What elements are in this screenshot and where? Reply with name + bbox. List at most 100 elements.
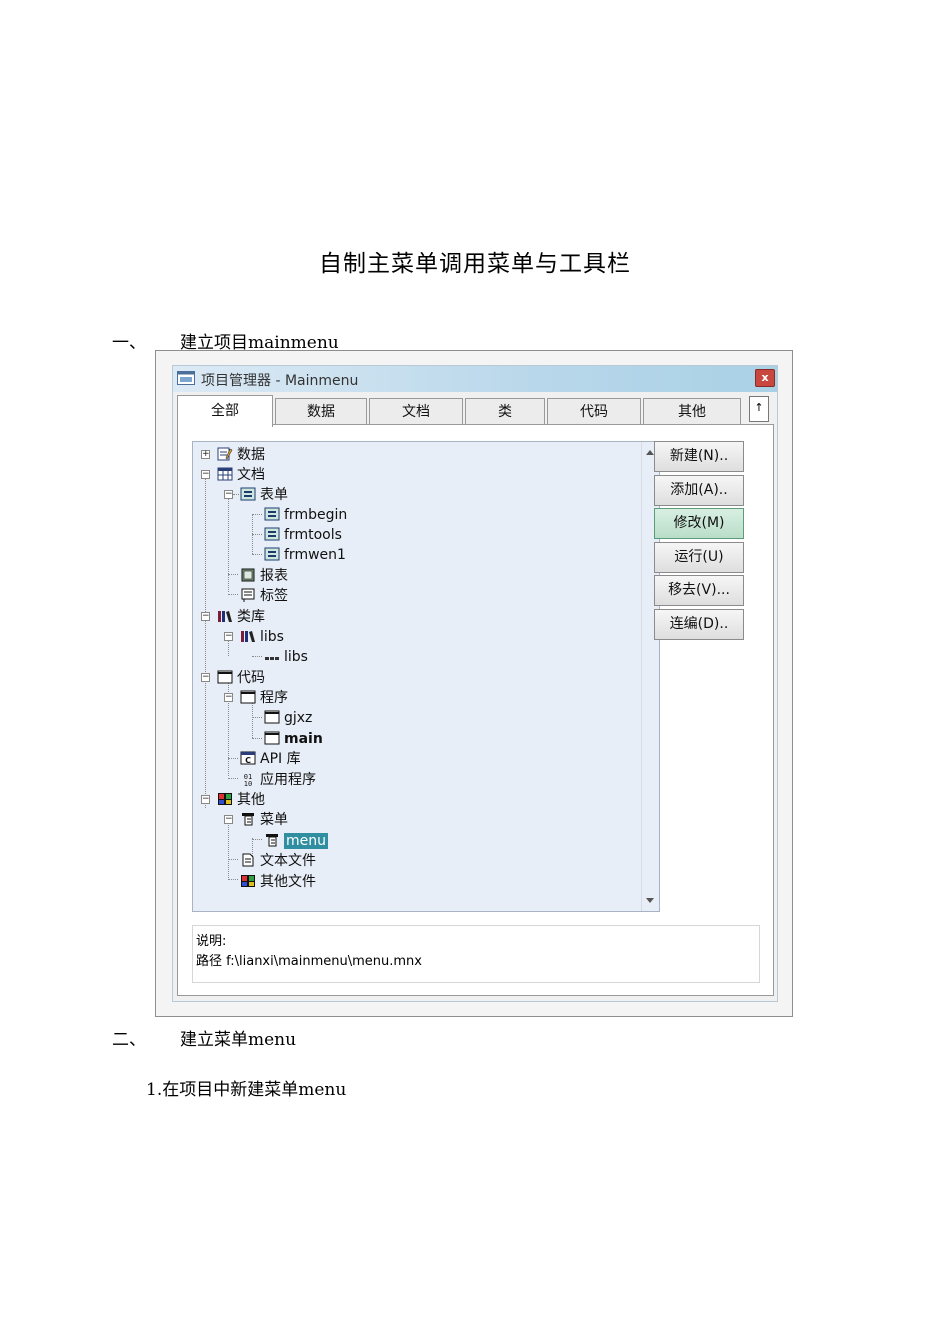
program-icon [240,690,256,704]
tab-scroll-button[interactable]: ↑ [749,396,769,422]
tree-node-program-gjxz[interactable]: gjxz [264,708,312,728]
collapse-minus-icon[interactable]: − [224,632,233,641]
tab-code[interactable]: 代码 [547,398,641,426]
svg-text:10: 10 [244,780,252,786]
project-manager-icon [177,371,195,385]
build-button[interactable]: 连编(D).. [654,609,744,640]
tree-line [252,656,262,657]
menu-icon [242,813,254,826]
tree-line [228,818,229,878]
tree-node-class-libs[interactable]: libs [264,647,308,667]
section-2-heading: 二、 建立菜单menu [112,1025,296,1050]
tab-other[interactable]: 其他 [643,398,741,426]
tree-node-data[interactable]: 数据 [217,445,265,465]
tree-line [228,594,238,595]
modify-button[interactable]: 修改(M) [654,508,744,539]
tree-line [228,859,238,860]
collapse-minus-icon[interactable]: − [224,693,233,702]
program-icon [264,710,280,724]
collapse-minus-icon[interactable]: − [201,612,210,621]
tree-node-otherfiles[interactable]: 其他文件 [240,872,316,892]
project-manager-window: 项目管理器 - Mainmenu x 全部 数据 文档 类 代码 其他 ↑ + … [172,365,778,1002]
scroll-up-arrow-icon[interactable] [646,450,654,455]
collapse-minus-icon[interactable]: − [201,795,210,804]
tree-line [228,879,238,880]
other-files-icon [218,793,232,805]
tree-line [228,494,229,592]
tree-node-form-frmtools[interactable]: frmtools [264,525,342,545]
tree-line [252,717,262,718]
api-library-icon: C [240,751,256,765]
form-icon [264,547,280,561]
tree-node-programs[interactable]: 程序 [240,688,288,708]
tab-docs[interactable]: 文档 [369,398,463,426]
tree-node-form-frmwen1[interactable]: frmwen1 [264,545,346,565]
tree-node-labels[interactable]: 标签 [240,586,288,606]
tree-line [205,474,206,808]
tree-line [252,534,262,535]
collapse-minus-icon[interactable]: − [201,673,210,682]
project-tree[interactable]: + − − − − − − − − 数据 文档 表单 frmbegin frmt… [192,441,660,912]
collapse-minus-icon[interactable]: − [224,490,233,499]
collapse-minus-icon[interactable]: − [201,470,210,479]
tree-node-classlibs[interactable]: 类库 [217,607,265,627]
menu-icon [266,834,278,847]
tree-node-form-frmbegin[interactable]: frmbegin [264,505,347,525]
tree-node-textfiles[interactable]: 文本文件 [240,851,316,871]
tree-node-docs[interactable]: 文档 [217,465,265,485]
tree-line [252,839,262,840]
text-file-icon [242,853,254,867]
tree-line [252,738,262,739]
form-icon [264,507,280,521]
new-button[interactable]: 新建(N).. [654,441,744,472]
tree-node-other[interactable]: 其他 [217,790,265,810]
section-2-number: 二、 [112,1030,146,1050]
project-manager-screenshot: 项目管理器 - Mainmenu x 全部 数据 文档 类 代码 其他 ↑ + … [155,350,793,1017]
document-grid-icon [217,467,233,481]
tree-node-menu-menu[interactable]: menu [264,831,328,851]
other-files-icon [241,875,255,887]
title-bar: 项目管理器 - Mainmenu x [173,366,777,392]
tree-line [228,676,229,776]
file-path: 路径 f:\lianxi\mainmenu\menu.mnx [196,954,422,969]
tab-classes[interactable]: 类 [465,398,545,426]
description-label: 说明: [196,934,227,949]
collapse-minus-icon[interactable]: − [224,815,233,824]
tree-line [233,494,239,495]
tree-node-api[interactable]: C API 库 [240,749,301,769]
form-icon [264,527,280,541]
tree-line [252,554,262,555]
tree-node-forms[interactable]: 表单 [240,485,288,505]
form-icon [240,487,256,501]
tab-all[interactable]: 全部 [177,395,273,427]
class-icon [265,657,279,660]
class-library-icon [241,631,255,642]
tree-line [228,778,238,779]
close-button[interactable]: x [755,369,775,387]
step-1-text: 1.在项目中新建菜单menu [146,1080,347,1100]
tab-data[interactable]: 数据 [275,398,367,426]
tab-strip: 全部 数据 文档 类 代码 其他 ↑ [177,395,777,427]
tree-node-lib-libs[interactable]: libs [240,627,284,647]
add-button[interactable]: 添加(A).. [654,475,744,506]
program-icon [264,731,280,745]
tree-node-program-main[interactable]: main [264,729,323,749]
tree-line [228,574,238,575]
tree-line [228,758,238,759]
scroll-down-arrow-icon[interactable] [646,898,654,903]
description-box: 说明: 路径 f:\lianxi\mainmenu\menu.mnx [192,925,760,983]
application-icon: 0110 [244,773,252,786]
database-icon [217,447,233,461]
run-button[interactable]: 运行(U) [654,542,744,573]
expand-plus-icon[interactable]: + [201,450,210,459]
tree-node-code[interactable]: 代码 [217,668,265,688]
tree-node-reports[interactable]: 报表 [240,566,288,586]
svg-text:C: C [245,756,251,765]
tree-node-menus[interactable]: 菜单 [240,810,288,830]
tab-panel: + − − − − − − − − 数据 文档 表单 frmbegin frmt… [177,424,774,996]
code-window-icon [217,670,233,684]
tree-node-apps[interactable]: 01 10 应用程序 [240,770,316,790]
window-title: 项目管理器 - Mainmenu [201,373,359,389]
class-library-icon [218,611,232,622]
remove-button[interactable]: 移去(V)... [654,575,744,606]
